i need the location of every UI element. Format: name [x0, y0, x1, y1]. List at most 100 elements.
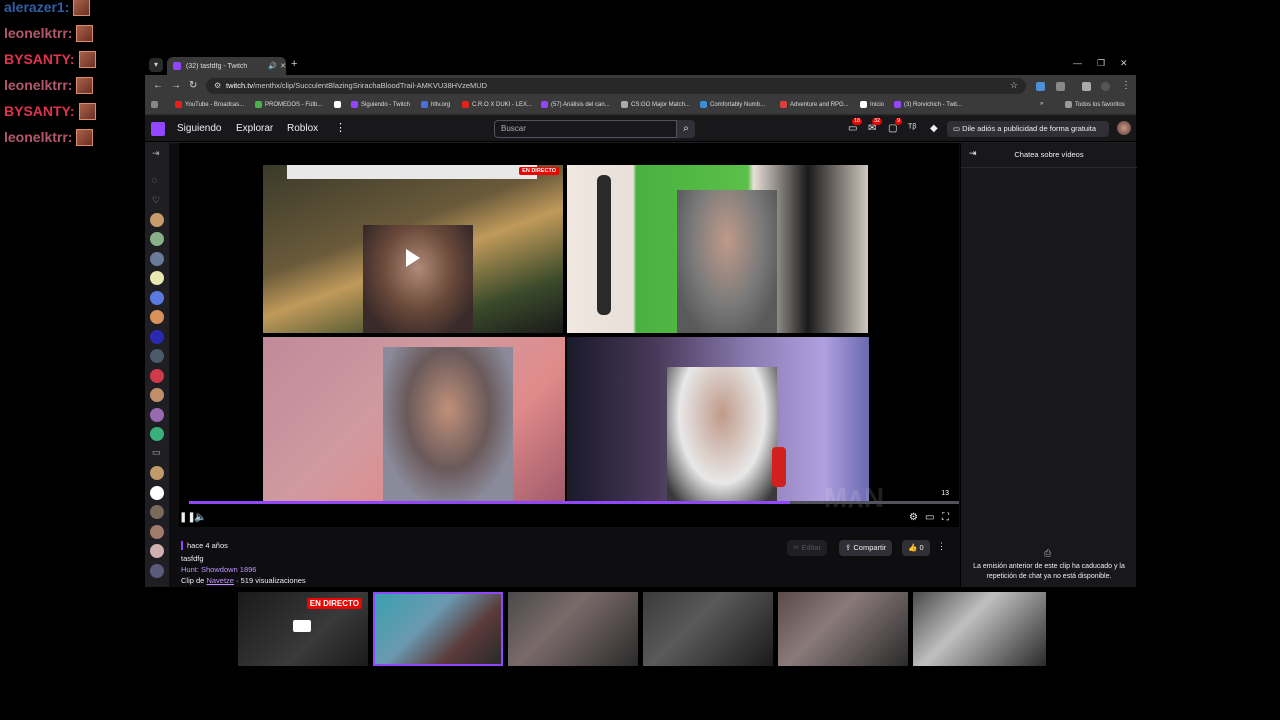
search-input[interactable]: Buscar [494, 120, 677, 138]
channel-avatar[interactable] [150, 427, 164, 441]
address-bar-row: ← → ↻ ⚙ twitch.tv/menthx/clip/SucculentB… [145, 75, 1136, 97]
url-text: twitch.tv/menthx/clip/SucculentBlazingSr… [226, 81, 488, 90]
new-tab-button[interactable]: + [291, 58, 297, 70]
chat-panel: ⇥ Chatea sobre vídeos ⎙ La emisión anter… [960, 143, 1137, 587]
bookmark-item[interactable]: YouTube - Broadcas... [175, 101, 244, 108]
game-link[interactable]: Hunt: Showdown 1896 [181, 565, 256, 574]
close-window-icon[interactable]: ✕ [1120, 58, 1128, 69]
nav-roblox[interactable]: Roblox [287, 123, 318, 134]
fullscreen-icon[interactable]: ⛶ [942, 512, 949, 523]
channel-avatar[interactable] [150, 544, 164, 558]
ad-free-button[interactable]: ▭ Dile adiós a publicidad de forma gratu… [947, 121, 1109, 137]
forward-icon[interactable]: → [171, 80, 181, 91]
clip-age: hace 4 años [181, 541, 228, 550]
bookmark-item[interactable]: PROMEDOS - Fútb... [255, 101, 322, 108]
overlay-chat-line: leonelktrr: [4, 20, 144, 46]
site-info-icon[interactable]: ⚙ [214, 81, 221, 90]
channel-avatar[interactable] [150, 388, 164, 402]
recommended-icon[interactable]: ◌ [152, 175, 157, 185]
bookmark-item[interactable]: (57) Análisis del can... [541, 101, 610, 108]
bookmark-item[interactable]: Comfortably Numb... [700, 101, 765, 108]
reload-icon[interactable]: ↻ [189, 80, 197, 91]
user-avatar[interactable] [1117, 121, 1131, 135]
bookmark-item[interactable]: hltv.org [421, 101, 450, 108]
bookmark-star-icon[interactable]: ☆ [1010, 80, 1018, 91]
seek-bar[interactable] [189, 501, 959, 504]
channel-avatar[interactable] [150, 525, 164, 539]
browser-tab[interactable]: (32) tasfdfg - Twitch 🔊 ✕ [167, 57, 286, 75]
profile-icon[interactable] [1101, 82, 1110, 91]
maximize-icon[interactable]: ❐ [1097, 58, 1105, 69]
stream-thumbnails: EN DIRECTO [238, 592, 1046, 666]
thumbnail[interactable] [508, 592, 638, 666]
bookmark-item[interactable] [334, 101, 344, 108]
chat-bubble-icon [293, 620, 311, 632]
more-menu-icon[interactable]: ⋮ [335, 121, 346, 134]
tab-search-icon[interactable]: ▾ [149, 58, 163, 72]
channel-avatar[interactable] [150, 252, 164, 266]
nav-browse[interactable]: Explorar [236, 123, 273, 134]
channel-avatar[interactable] [150, 271, 164, 285]
channel-avatar[interactable] [150, 505, 164, 519]
thumbnail-selected[interactable] [373, 592, 503, 666]
bookmark-item[interactable]: CS:GO Major Match... [621, 101, 690, 108]
channel-avatar[interactable] [150, 466, 164, 480]
channel-avatar[interactable] [150, 330, 164, 344]
channel-avatar[interactable] [150, 349, 164, 363]
channel-avatar[interactable] [150, 564, 164, 578]
media-icon[interactable] [1082, 82, 1091, 91]
volume-icon[interactable]: 🔈 [194, 512, 206, 523]
bookmark-item[interactable]: C.R.O X DUKI - LEX... [462, 101, 532, 108]
bookmark-item[interactable]: Inicio [860, 101, 884, 108]
bookmark-item[interactable]: Siguiendo - Twitch [351, 101, 410, 108]
close-tab-icon[interactable]: ✕ [280, 62, 286, 70]
emote-icon [76, 128, 94, 146]
edit-button[interactable]: ✂ Editar [787, 540, 827, 556]
extension-icon[interactable] [1036, 82, 1045, 91]
bookmark-item[interactable]: (3) Rorvichich - Twit... [894, 101, 962, 108]
apps-icon[interactable] [151, 101, 161, 108]
search-icon[interactable]: ⌕ [677, 120, 695, 138]
clipper-link[interactable]: Navetze [206, 576, 234, 585]
thumbnail[interactable] [913, 592, 1046, 666]
emote-icon [78, 50, 96, 68]
clip-title: tasfdfg [181, 554, 204, 563]
channel-avatar[interactable] [150, 291, 164, 305]
extensions-puzzle-icon[interactable] [1056, 82, 1065, 91]
camera-icon[interactable]: ▭ [152, 447, 161, 458]
thumbnail[interactable] [778, 592, 908, 666]
expand-sidebar-icon[interactable]: ⇥ [152, 148, 160, 159]
settings-icon[interactable]: ⚙ [909, 512, 918, 523]
channel-avatar[interactable] [150, 310, 164, 324]
tab-title: (32) tasfdfg - Twitch [185, 62, 248, 70]
url-field[interactable]: ⚙ twitch.tv/menthx/clip/SucculentBlazing… [206, 78, 1026, 94]
cam-tile [567, 337, 869, 503]
channel-avatar[interactable] [150, 486, 164, 500]
bits-icon[interactable]: ◆ [930, 123, 938, 134]
rewards-icon[interactable]: ᵀᵝ [908, 123, 916, 134]
channel-avatar[interactable] [150, 232, 164, 246]
minimize-icon[interactable]: — [1073, 58, 1082, 68]
video-player[interactable]: EN DIRECTO M∧N 13 ❚❚ 🔈 ⚙ ▭ ⛶ [179, 143, 959, 527]
all-bookmarks-folder[interactable]: Todos los favoritos [1065, 101, 1125, 108]
emote-icon [76, 24, 94, 42]
channel-avatar[interactable] [150, 369, 164, 383]
nav-following[interactable]: Siguiendo [177, 123, 221, 134]
more-options-icon[interactable]: ⋮ [937, 541, 946, 552]
thumbnail[interactable]: EN DIRECTO [238, 592, 368, 666]
theatre-mode-icon[interactable]: ▭ [925, 512, 934, 523]
channel-avatar[interactable] [150, 213, 164, 227]
browser-menu-icon[interactable]: ⋮ [1121, 80, 1131, 91]
play-icon[interactable] [406, 249, 420, 267]
twitch-logo-icon[interactable] [151, 122, 165, 136]
back-icon[interactable]: ← [153, 80, 163, 91]
audio-icon[interactable]: 🔊 [268, 62, 277, 70]
heart-icon[interactable]: ♡ [152, 195, 160, 206]
share-button[interactable]: ⇪ Compartir [839, 540, 893, 556]
like-button[interactable]: 👍 0 [902, 540, 930, 556]
bookmark-item[interactable]: Adventure and RPG... [780, 101, 849, 108]
more-bookmarks-icon[interactable]: » [1040, 101, 1043, 107]
thumbnail[interactable] [643, 592, 773, 666]
channel-avatar[interactable] [150, 408, 164, 422]
channel-watermark: M∧N [824, 482, 884, 513]
